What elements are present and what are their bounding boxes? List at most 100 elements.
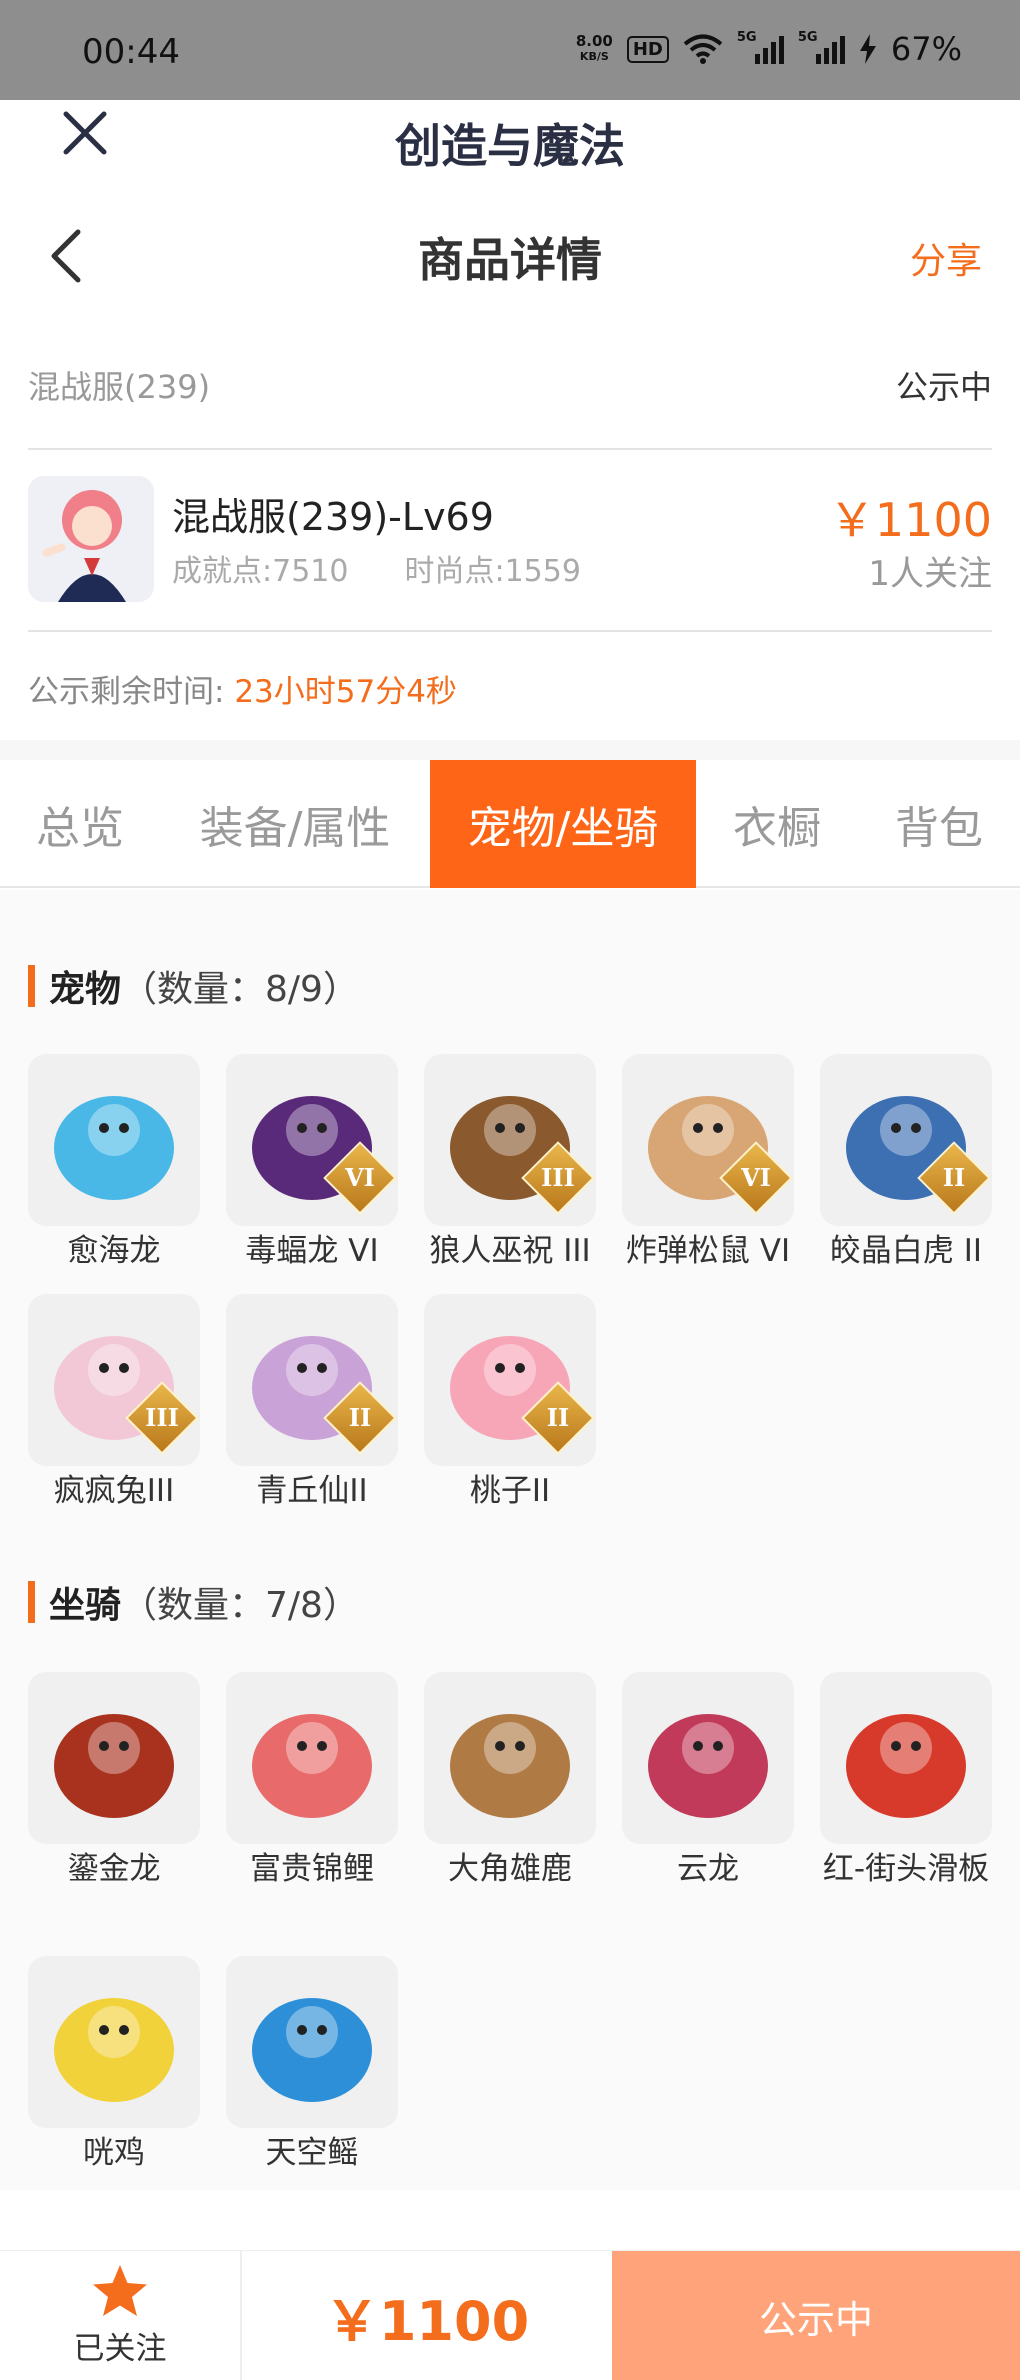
mounts-card[interactable]: 大角雄鹿 <box>424 1672 596 1890</box>
mounts-thumbnail <box>28 1956 200 2128</box>
divider <box>28 448 992 450</box>
pets-thumbnail <box>28 1054 200 1226</box>
product-row[interactable]: 混战服(239)-Lv69 成就点:7510 时尚点:1559 ￥1100 1人… <box>28 476 992 606</box>
tab-equipment[interactable]: 装备/属性 <box>160 760 430 888</box>
app-title-bar: 创造与魔法 <box>0 100 1020 173</box>
mounts-name: 大角雄鹿 <box>448 1851 572 1887</box>
tab-pets-mounts[interactable]: 宠物/坐骑 <box>430 760 696 888</box>
pets-card[interactable]: III 狼人巫祝 III <box>424 1054 596 1272</box>
section-gap <box>0 740 1020 760</box>
pets-card[interactable]: II 桃子II <box>424 1294 596 1512</box>
tab-backpack[interactable]: 背包 <box>858 760 1020 888</box>
pets-thumbnail: VI <box>622 1054 794 1226</box>
pets-thumbnail: II <box>226 1294 398 1466</box>
pets-name: 皎晶白虎 II <box>829 1233 983 1269</box>
cloud-dragon-icon <box>648 1714 768 1818</box>
pets-card[interactable]: 愈海龙 <box>28 1054 200 1272</box>
follow-button[interactable]: 已关注 <box>0 2251 242 2380</box>
pets-card[interactable]: II 青丘仙II <box>226 1294 398 1512</box>
pets-card[interactable]: III 疯疯兔III <box>28 1294 200 1512</box>
share-button[interactable]: 分享 <box>910 232 982 284</box>
mounts-card[interactable]: 咣鸡 <box>28 1956 200 2174</box>
pets-section-title: 宠物 （数量：8/9） <box>28 960 359 1012</box>
grade-badge-label: VI <box>741 1163 771 1192</box>
bottom-bar: 已关注 ￥1100 公示中 <box>0 2250 1020 2380</box>
achievement-points: 成就点:7510 <box>172 554 349 589</box>
ice-dragon-icon <box>54 1096 174 1200</box>
status-icons: 8.00 KB/S HD 5G 5G 67% <box>576 30 962 68</box>
mounts-thumbnail <box>820 1672 992 1844</box>
charging-icon <box>859 34 876 64</box>
mounts-name: 咣鸡 <box>83 2135 145 2171</box>
section-marker <box>28 965 35 1007</box>
pets-thumbnail: II <box>424 1294 596 1466</box>
tab-bar: 总览 装备/属性 宠物/坐骑 衣橱 背包 <box>0 760 1020 888</box>
pets-thumbnail: III <box>28 1294 200 1466</box>
grade-badge-label: III <box>145 1403 179 1432</box>
grade-badge-label: VI <box>345 1163 375 1192</box>
mounts-card[interactable]: 天空鳐 <box>226 1956 398 2174</box>
mounts-card[interactable]: 鎏金龙 <box>28 1672 200 1890</box>
pets-thumbnail: II <box>820 1054 992 1226</box>
mounts-card[interactable]: 红-街头滑板 <box>820 1672 992 1890</box>
page-title: 商品详情 <box>418 233 602 287</box>
net-speed-value: 8.00 <box>575 32 613 50</box>
pets-card[interactable]: VI 毒蝠龙 VI <box>226 1054 398 1272</box>
pets-count: （数量：8/9） <box>121 969 359 1010</box>
battery-percent: 67% <box>890 30 962 68</box>
mounts-thumbnail <box>226 1956 398 2128</box>
pets-name: 愈海龙 <box>67 1233 161 1269</box>
signal-1-label: 5G <box>736 30 757 45</box>
character-avatar <box>28 476 154 602</box>
tab-overview[interactable]: 总览 <box>0 760 160 888</box>
wifi-icon <box>683 34 723 64</box>
signal-2-label: 5G <box>797 30 818 45</box>
section-marker <box>28 1581 35 1623</box>
net-speed: 8.00 KB/S <box>576 33 613 65</box>
server-name: 混战服(239) <box>28 368 211 406</box>
pets-mounts-panel: 宠物 （数量：8/9） 愈海龙 VI 毒蝠龙 VI III 狼人巫祝 III VI 炸弹松鼠… <box>0 890 1020 2190</box>
mounts-thumbnail <box>226 1672 398 1844</box>
status-time: 00:44 <box>82 32 180 72</box>
tab-wardrobe[interactable]: 衣橱 <box>696 760 858 888</box>
golden-dragon-icon <box>54 1714 174 1818</box>
mounts-section-title: 坐骑 （数量：7/8） <box>28 1576 359 1628</box>
mounts-thumbnail <box>28 1672 200 1844</box>
star-icon <box>93 2265 147 2316</box>
pets-card[interactable]: VI 炸弹松鼠 VI <box>622 1054 794 1272</box>
server-row: 混战服(239) 公示中 <box>28 362 992 432</box>
fashion-points: 时尚点:1559 <box>404 554 581 589</box>
stag-icon <box>450 1714 570 1818</box>
pets-name: 疯疯兔III <box>53 1473 175 1509</box>
mounts-card[interactable]: 云龙 <box>622 1672 794 1890</box>
net-speed-unit: KB/S <box>579 50 609 63</box>
remaining-time-label: 公示剩余时间: <box>28 674 225 710</box>
follow-label: 已关注 <box>73 2331 167 2367</box>
mounts-card[interactable]: 富贵锦鲤 <box>226 1672 398 1890</box>
pets-name: 狼人巫祝 III <box>429 1233 591 1269</box>
skateboard-icon <box>846 1714 966 1818</box>
hd-icon: HD <box>626 35 669 63</box>
page-header: 商品详情 分享 <box>0 172 1020 340</box>
pets-thumbnail: III <box>424 1054 596 1226</box>
status-bar: 00:44 8.00 KB/S HD 5G 5G 67% <box>0 0 1020 112</box>
pets-title: 宠物 <box>49 969 122 1010</box>
mounts-title: 坐骑 <box>49 1585 122 1626</box>
grade-badge-label: III <box>541 1163 575 1192</box>
app-title: 创造与魔法 <box>395 119 625 173</box>
product-price: ￥1100 <box>828 493 992 547</box>
product-stats: 成就点:7510 时尚点:1559 <box>172 546 581 590</box>
pets-card[interactable]: II 皎晶白虎 II <box>820 1054 992 1272</box>
signal-icon-2: 5G <box>798 30 845 64</box>
grade-badge-label: II <box>546 1403 570 1432</box>
mounts-thumbnail <box>424 1672 596 1844</box>
product-name: 混战服(239)-Lv69 <box>172 495 494 539</box>
divider <box>28 630 992 632</box>
product-card: 混战服(239) 公示中 混战服(239)-Lv69 成就点:7510 时尚点:… <box>0 340 1020 740</box>
pets-thumbnail: VI <box>226 1054 398 1226</box>
mounts-count: （数量：7/8） <box>121 1585 359 1626</box>
status-button[interactable]: 公示中 <box>612 2251 1020 2380</box>
bottom-price: ￥1100 <box>324 2289 530 2353</box>
sky-ray-icon <box>252 1998 372 2102</box>
pets-name: 炸弹松鼠 VI <box>625 1233 791 1269</box>
